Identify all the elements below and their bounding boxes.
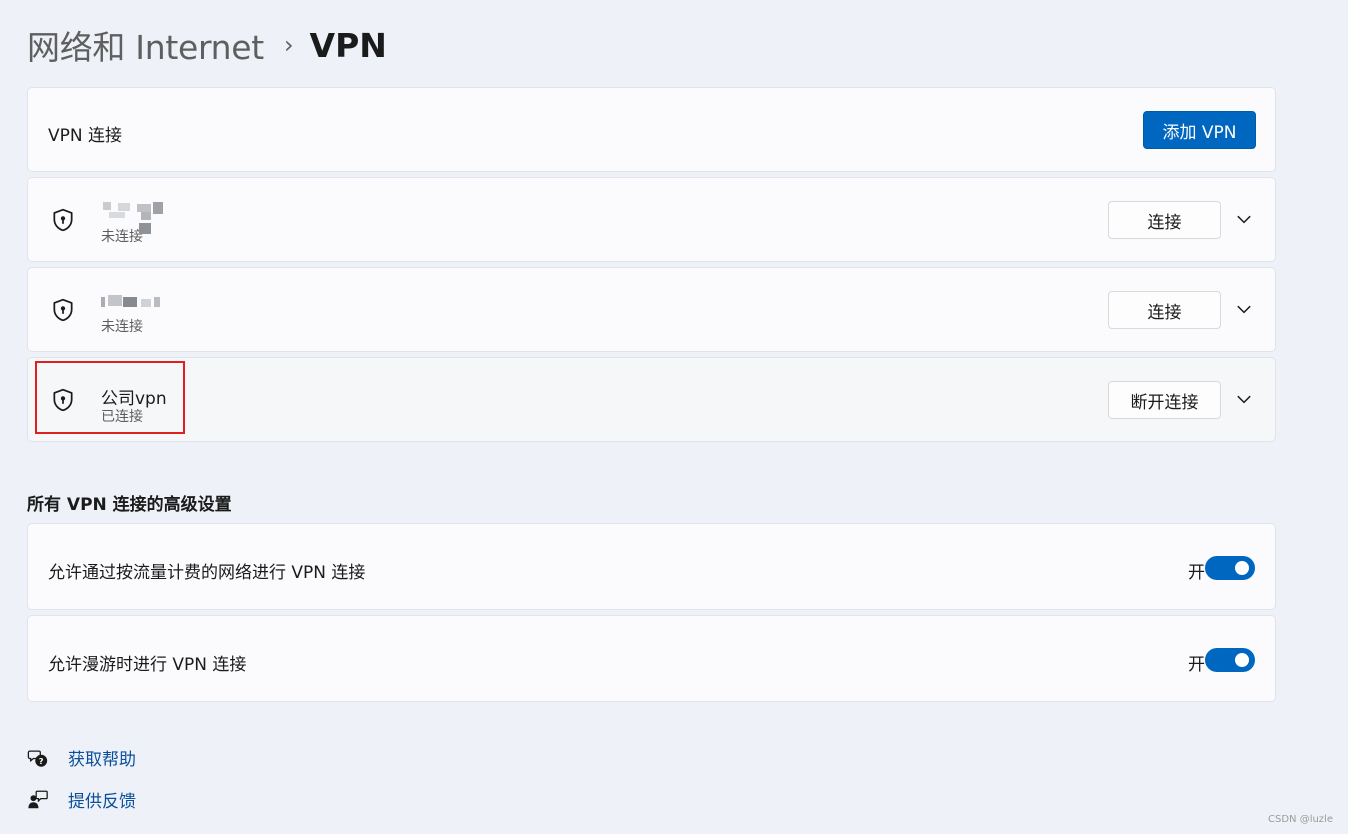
add-vpn-button[interactable]: 添加 VPN: [1143, 111, 1256, 149]
vpn-connections-header: VPN 连接 添加 VPN: [27, 87, 1276, 172]
highlight-annotation-box: [35, 361, 185, 434]
setting-row-roaming: 允许漫游时进行 VPN 连接 开: [27, 615, 1276, 702]
chevron-down-icon[interactable]: [1235, 390, 1253, 408]
chevron-down-icon[interactable]: [1235, 300, 1253, 318]
help-icon: ?: [27, 749, 48, 767]
vpn-connection-row[interactable]: 未连接 连接: [27, 177, 1276, 262]
vpn-connections-label: VPN 连接: [48, 126, 123, 146]
breadcrumb-separator: ›: [283, 31, 294, 59]
vpn-connection-status: 未连接: [101, 229, 143, 245]
vpn-shield-icon: [53, 208, 73, 232]
vpn-connection-status: 未连接: [101, 319, 143, 335]
breadcrumb: 网络和 Internet › VPN: [27, 20, 387, 70]
toggle-knob: [1235, 561, 1249, 575]
vpn-connection-row[interactable]: 未连接 连接: [27, 267, 1276, 352]
page-title: VPN: [309, 25, 387, 65]
connect-button[interactable]: 连接: [1108, 201, 1221, 239]
setting-row-metered: 允许通过按流量计费的网络进行 VPN 连接 开: [27, 523, 1276, 610]
vpn-shield-icon: [53, 298, 73, 322]
breadcrumb-parent-link[interactable]: 网络和 Internet: [27, 21, 264, 69]
get-help-label[interactable]: 获取帮助: [68, 745, 136, 770]
vpn-connection-row[interactable]: 公司vpn 已连接 断开连接: [27, 357, 1276, 442]
toggle-knob: [1235, 653, 1249, 667]
setting-label: 允许通过按流量计费的网络进行 VPN 连接: [48, 563, 366, 583]
metered-vpn-toggle[interactable]: [1205, 556, 1255, 580]
give-feedback-link[interactable]: 提供反馈: [27, 787, 136, 812]
connect-button[interactable]: 连接: [1108, 291, 1221, 329]
toggle-state-label: 开: [1188, 563, 1205, 583]
toggle-state-label: 开: [1188, 655, 1205, 675]
advanced-settings-heading: 所有 VPN 连接的高级设置: [27, 495, 232, 515]
give-feedback-label[interactable]: 提供反馈: [68, 787, 136, 812]
svg-text:?: ?: [39, 755, 44, 765]
feedback-icon: [28, 790, 48, 808]
chevron-down-icon[interactable]: [1235, 210, 1253, 228]
watermark: CSDN @luzle: [1268, 814, 1333, 825]
disconnect-button[interactable]: 断开连接: [1108, 381, 1221, 419]
roaming-vpn-toggle[interactable]: [1205, 648, 1255, 672]
setting-label: 允许漫游时进行 VPN 连接: [48, 655, 247, 675]
get-help-link[interactable]: ? 获取帮助: [27, 745, 136, 770]
